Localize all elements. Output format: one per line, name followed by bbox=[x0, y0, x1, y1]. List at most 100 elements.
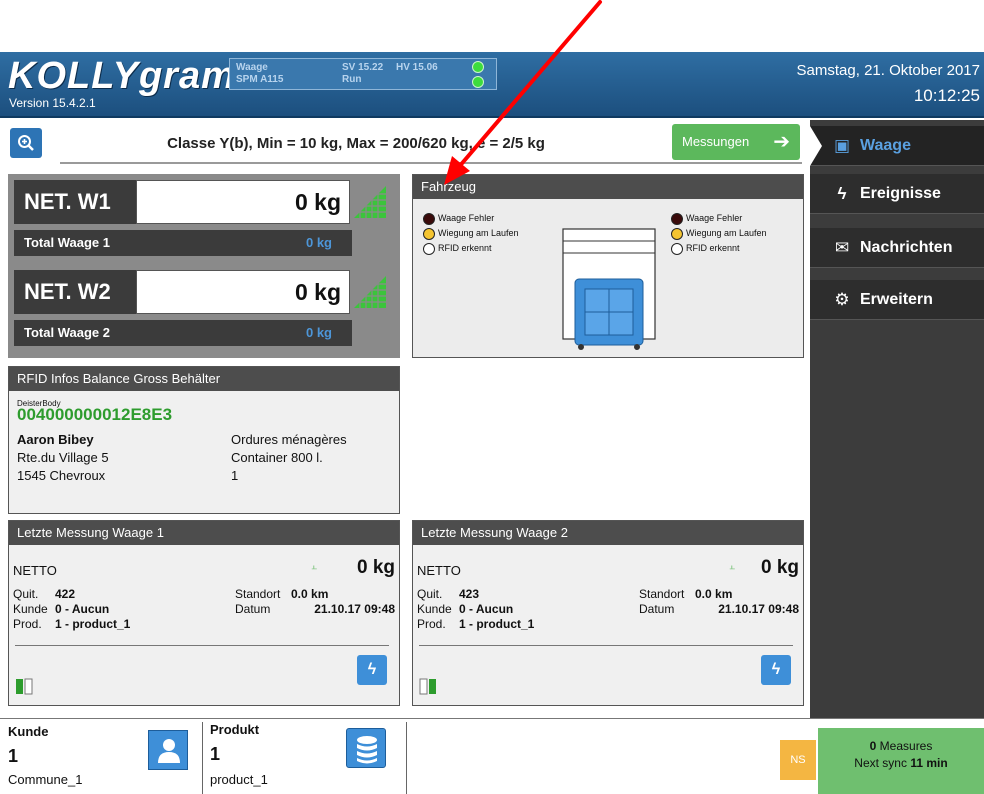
stable-icon: ⫠ bbox=[729, 561, 736, 572]
run-status: Run bbox=[342, 74, 362, 85]
sidebar-item-nachrichten[interactable]: ✉ Nachrichten bbox=[810, 228, 984, 268]
lightning-icon: ϟ bbox=[367, 661, 377, 678]
gears-icon: ⚙ bbox=[834, 290, 850, 309]
net-w2-value: 0 kg bbox=[136, 270, 350, 314]
lightning-icon: ϟ bbox=[837, 184, 847, 203]
kunde-value: 0 - Aucun bbox=[55, 602, 110, 616]
kunde-value: 0 - Aucun bbox=[459, 602, 514, 616]
datum-label: Datum bbox=[235, 602, 271, 616]
bin-status-icon bbox=[419, 678, 436, 695]
active-tab-indicator bbox=[810, 126, 822, 166]
netto-label: NETTO bbox=[417, 563, 461, 578]
messungen-label: Messungen bbox=[682, 134, 750, 149]
rfid-city: 1545 Chevroux bbox=[17, 468, 106, 483]
person-icon bbox=[158, 739, 180, 763]
sidebar-item-ereignisse[interactable]: ϟ Ereignisse bbox=[810, 174, 984, 214]
indicator-wiegung-right: Wiegung am Laufen bbox=[671, 226, 767, 240]
scale-icon: ▣ bbox=[833, 136, 851, 155]
sv-version: SV 15.22 bbox=[342, 62, 384, 73]
signal-bars-icon bbox=[352, 274, 388, 310]
rfid-count: 1 bbox=[231, 468, 239, 483]
envelope-icon: ✉ bbox=[834, 238, 850, 257]
error-light-icon bbox=[671, 212, 683, 225]
arrow-right-icon: ➔ bbox=[773, 131, 790, 153]
kunde-button[interactable] bbox=[148, 730, 188, 770]
indicator-rfid-right: RFID erkennt bbox=[671, 241, 740, 255]
quit-value: 423 bbox=[459, 587, 480, 601]
ns-button[interactable]: NS bbox=[780, 740, 816, 780]
indicator-rfid-left: RFID erkennt bbox=[423, 241, 492, 255]
zoom-button[interactable] bbox=[10, 128, 42, 158]
rfid-title: RFID Infos Balance Gross Behälter bbox=[9, 367, 399, 391]
prod-value: 1 - product_1 bbox=[55, 617, 131, 631]
net-w2-label: NET. W2 bbox=[14, 270, 138, 314]
letzte-messung-2-title: Letzte Messung Waage 2 bbox=[413, 521, 803, 545]
database-icon bbox=[357, 736, 377, 764]
standort-label: Standort bbox=[639, 587, 685, 601]
measures-label: Measures bbox=[879, 739, 933, 753]
sidebar-item-label: Erweitern bbox=[860, 291, 933, 308]
device-name: Waage bbox=[236, 62, 268, 73]
bin-status-icon bbox=[16, 678, 33, 695]
netto-value: 0 kg bbox=[760, 557, 799, 578]
net-w1-label: NET. W1 bbox=[14, 180, 138, 224]
datum-label: Datum bbox=[639, 602, 675, 616]
zoom-in-icon bbox=[18, 135, 34, 151]
weighing-light-icon bbox=[423, 227, 435, 240]
event-button[interactable]: ϟ bbox=[761, 655, 791, 685]
kunde-label: Kunde bbox=[417, 602, 452, 616]
produkt-value: 1 bbox=[210, 744, 221, 764]
total-waage-1: 0 kg Total Waage 1 bbox=[14, 230, 352, 256]
prod-label: Prod. bbox=[13, 617, 42, 631]
fahrzeug-panel: Fahrzeug Waage Fehler Wiegung am Laufen … bbox=[412, 174, 804, 358]
sidebar-item-erweitern[interactable]: ⚙ Erweitern bbox=[810, 280, 984, 320]
sync-status: 0 Measures Next sync 11 min bbox=[818, 728, 984, 794]
app-header: KOLLYgram Version 15.4.2.1 Waage SPM A11… bbox=[0, 52, 984, 118]
event-button[interactable]: ϟ bbox=[357, 655, 387, 685]
net-w1-value: 0 kg bbox=[136, 180, 350, 224]
sidebar-item-label: Nachrichten bbox=[860, 239, 953, 256]
kollygram-logo: KOLLYgram bbox=[8, 55, 236, 97]
kunde-name: Commune_1 bbox=[8, 772, 83, 787]
letzte-messung-waage-1: Letzte Messung Waage 1 NETTO ⫠ 0 kg Quit… bbox=[8, 520, 400, 706]
produkt-label: Produkt bbox=[210, 722, 260, 737]
rfid-type: Ordures ménagères bbox=[231, 432, 347, 447]
sidebar-item-label: Waage bbox=[860, 137, 911, 154]
produkt-name: product_1 bbox=[210, 772, 268, 787]
time-label: 10:12:25 bbox=[913, 86, 980, 105]
rfid-container: Container 800 l. bbox=[231, 450, 323, 465]
indicator-wiegung-left: Wiegung am Laufen bbox=[423, 226, 519, 240]
total-waage-1-label: Total Waage 1 bbox=[24, 235, 110, 250]
scales-panel: NET. W1 0 kg 0 kg Total Waage 1 NET. W2 … bbox=[8, 174, 400, 358]
version-label: Version 15.4.2.1 bbox=[9, 96, 96, 110]
messungen-button[interactable]: Messungen ➔ bbox=[672, 124, 800, 160]
stable-icon: ⫠ bbox=[311, 561, 318, 572]
date-label: Samstag, 21. Oktober 2017 bbox=[796, 62, 980, 79]
netto-label: NETTO bbox=[13, 563, 57, 578]
standort-value: 0.0 km bbox=[291, 587, 329, 601]
rfid-code: 004000000012E8E3 bbox=[17, 405, 173, 424]
hv-version: HV 15.06 bbox=[396, 62, 438, 73]
sidebar: ▣ Waage ϟ Ereignisse ✉ Nachrichten ⚙ Erw… bbox=[810, 120, 984, 724]
netto-value: 0 kg bbox=[356, 557, 395, 578]
truck-container-icon bbox=[562, 228, 656, 350]
rfid-light-icon bbox=[423, 242, 435, 255]
datum-value: 21.10.17 09:48 bbox=[718, 602, 799, 616]
device-model: SPM A115 bbox=[236, 74, 284, 85]
fahrzeug-title: Fahrzeug bbox=[413, 175, 803, 199]
sidebar-item-waage[interactable]: ▣ Waage bbox=[810, 126, 984, 166]
letzte-messung-1-title: Letzte Messung Waage 1 bbox=[9, 521, 399, 545]
produkt-button[interactable] bbox=[346, 728, 386, 768]
rfid-name: Aaron Bibey bbox=[17, 432, 94, 447]
sync-label: Next sync bbox=[854, 756, 907, 770]
total-waage-2-value: 0 kg bbox=[305, 325, 332, 340]
prod-value: 1 - product_1 bbox=[459, 617, 535, 631]
divider bbox=[15, 645, 389, 646]
divider bbox=[419, 645, 793, 646]
signal-bars-icon bbox=[352, 184, 388, 220]
total-waage-2: 0 kg Total Waage 2 bbox=[14, 320, 352, 346]
error-light-icon bbox=[423, 212, 435, 225]
measures-count: 0 bbox=[869, 739, 877, 753]
standort-value: 0.0 km bbox=[695, 587, 733, 601]
quit-label: Quit. bbox=[13, 587, 39, 601]
